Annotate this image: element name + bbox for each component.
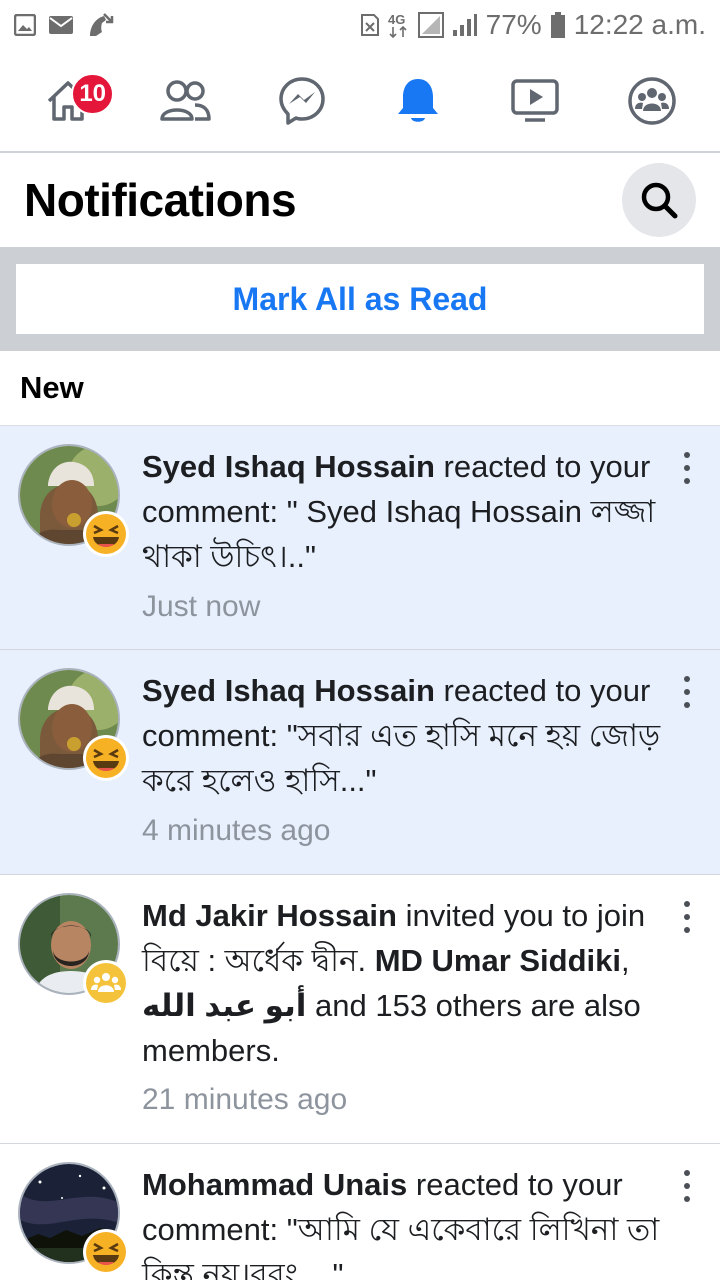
notification-time: 21 minutes ago — [142, 1083, 348, 1116]
signal-strength-icon — [452, 13, 478, 37]
more-options-button[interactable] — [672, 672, 702, 712]
notification-text: Mohammad Unais reacted to your comment: … — [142, 1162, 662, 1280]
mark-all-read-button[interactable]: Mark All as Read — [16, 264, 704, 334]
notification-actor: Syed Ishaq Hossain — [142, 449, 435, 484]
notification-item[interactable]: Syed Ishaq Hossain reacted to your comme… — [0, 426, 720, 650]
notification-actor: Mohammad Unais — [142, 1167, 408, 1202]
battery-icon — [550, 11, 566, 39]
notification-text: Syed Ishaq Hossain reacted to your comme… — [142, 444, 662, 579]
notification-item[interactable]: Mohammad Unais reacted to your comment: … — [0, 1144, 720, 1280]
haha-icon — [82, 510, 130, 558]
group-member: MD Umar Siddiki — [374, 943, 622, 978]
video-icon — [511, 78, 559, 122]
notification-actor: Md Jakir Hossain — [142, 898, 397, 933]
signal-icon — [417, 12, 444, 38]
search-icon — [641, 182, 678, 219]
top-nav: 10 — [0, 50, 720, 153]
status-right: 4G 77% 12:22 a.m. — [360, 9, 706, 41]
group-member: أبو عبد الله — [142, 988, 307, 1023]
mail-icon — [48, 15, 74, 35]
status-bar: 4G 77% 12:22 a.m. — [0, 0, 720, 50]
nav-notifications[interactable] — [378, 61, 458, 141]
page-title: Notifications — [24, 174, 297, 226]
group-icon — [82, 959, 130, 1007]
haha-icon — [82, 1228, 130, 1276]
nav-home[interactable]: 10 — [28, 61, 115, 141]
sim-icon — [360, 13, 380, 37]
notification-item[interactable]: Md Jakir Hossain invited you to join বিয… — [0, 875, 720, 1144]
missed-call-icon — [86, 12, 114, 38]
nav-messenger[interactable] — [262, 61, 342, 141]
network-type-label: 4G — [388, 12, 405, 27]
nav-watch[interactable] — [495, 61, 575, 141]
notification-text: Syed Ishaq Hossain reacted to your comme… — [142, 668, 662, 803]
page-header: Notifications — [0, 153, 720, 247]
groups-icon — [627, 76, 676, 125]
mark-all-container: Mark All as Read — [0, 247, 720, 351]
bell-icon — [398, 78, 439, 122]
notification-text: Md Jakir Hossain invited you to join বিয… — [142, 893, 662, 1073]
messenger-icon — [278, 76, 325, 125]
clock: 12:22 a.m. — [573, 9, 706, 40]
nav-groups[interactable] — [612, 61, 692, 141]
home-badge: 10 — [71, 72, 115, 115]
notification-time: Just now — [142, 590, 261, 623]
more-options-button[interactable] — [672, 897, 702, 937]
notification-time: 4 minutes ago — [142, 814, 331, 847]
battery-percent: 77% — [485, 9, 542, 40]
notification-item[interactable]: Syed Ishaq Hossain reacted to your comme… — [0, 650, 720, 875]
friends-icon — [160, 79, 211, 121]
network-type: 4G — [388, 11, 410, 39]
status-left — [14, 12, 114, 38]
nav-friends[interactable] — [145, 61, 225, 141]
more-options-button[interactable] — [672, 1166, 702, 1206]
gallery-icon — [14, 14, 36, 36]
notification-actor: Syed Ishaq Hossain — [142, 673, 435, 708]
haha-icon — [82, 734, 130, 782]
search-button[interactable] — [622, 163, 696, 237]
more-options-button[interactable] — [672, 448, 702, 488]
member-separator: , — [621, 943, 630, 978]
section-new-label: New — [0, 351, 720, 426]
